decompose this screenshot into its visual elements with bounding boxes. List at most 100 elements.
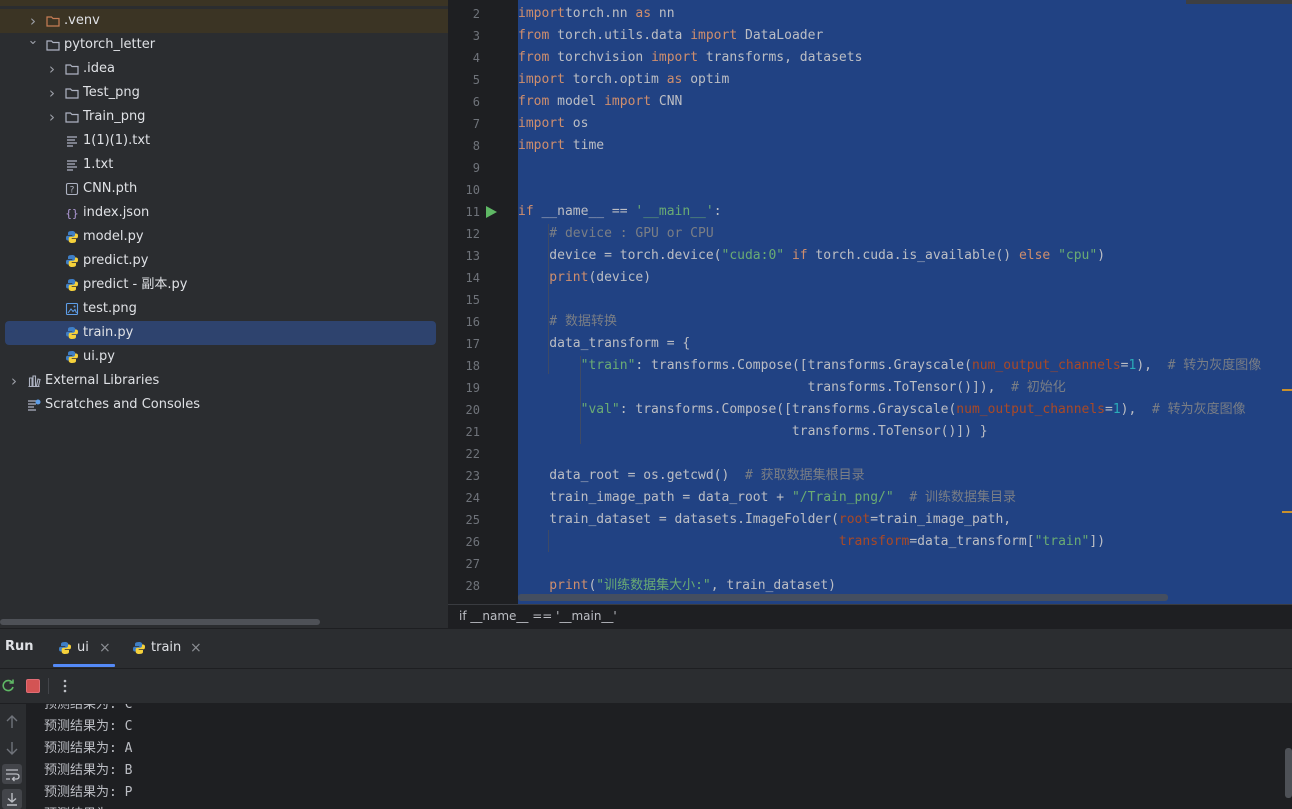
tree-item[interactable]: › .idea: [0, 57, 448, 81]
code-token: ]): [1089, 534, 1106, 549]
code-token: import: [651, 50, 699, 65]
tree-item[interactable]: ? CNN.pth: [0, 177, 448, 201]
run-tab-ui[interactable]: ui ×: [53, 629, 115, 668]
code-line[interactable]: import os: [518, 113, 1292, 135]
project-tool-window: › .venv ⌄ pytorch_letter › .idea › Test_png › Tra…: [0, 0, 448, 628]
tree-item[interactable]: Scratches and Consoles: [0, 393, 448, 417]
breadcrumb-item[interactable]: if __name__ == '__main__': [459, 609, 617, 623]
project-tree-scrollbar[interactable]: [0, 619, 320, 625]
chevron-right-icon[interactable]: ›: [46, 105, 58, 129]
line-number: 8: [472, 139, 480, 153]
chevron-right-icon[interactable]: ›: [8, 369, 20, 393]
code-line[interactable]: device = torch.device("cuda:0" if torch.…: [518, 245, 1292, 267]
soft-wrap-icon[interactable]: [2, 764, 22, 784]
code-token: torch.cuda.is_available(): [807, 248, 1019, 263]
code-token: nn: [651, 6, 675, 21]
code-token: __name__ ==: [533, 204, 636, 219]
tree-item[interactable]: ⌄ pytorch_letter: [0, 33, 448, 57]
tree-item[interactable]: predict - 副本.py: [0, 273, 448, 297]
tree-row-clipped[interactable]: [0, 0, 448, 6]
chevron-right-icon[interactable]: ›: [46, 57, 58, 81]
scroll-to-end-icon[interactable]: [2, 789, 22, 809]
tree-item[interactable]: test.png: [0, 297, 448, 321]
console-scrollbar[interactable]: [1285, 748, 1292, 798]
code-line[interactable]: print(device): [518, 267, 1292, 289]
scroll-down-icon[interactable]: [2, 738, 22, 758]
code-line[interactable]: [518, 157, 1292, 179]
code-line[interactable]: [518, 443, 1292, 465]
console-output-line: 预测结果为: B: [44, 763, 133, 778]
tree-item-label: CNN.pth: [83, 181, 138, 196]
code-line[interactable]: "val": transforms.Compose([transforms.Gr…: [518, 399, 1292, 421]
code-line[interactable]: from model import CNN: [518, 91, 1292, 113]
code-line[interactable]: from torchvision import transforms, data…: [518, 47, 1292, 69]
code-line[interactable]: [518, 179, 1292, 201]
python-file-icon: [66, 327, 78, 339]
run-main-icon[interactable]: [486, 206, 497, 218]
tree-item[interactable]: train.py: [5, 321, 436, 345]
code-token: , train_dataset): [710, 578, 836, 593]
tree-item-label: Scratches and Consoles: [45, 397, 201, 412]
code-line[interactable]: # device : GPU or CPU: [518, 223, 1292, 245]
warning-marker[interactable]: [1282, 389, 1292, 391]
code-line[interactable]: importtorch.nn as nn: [518, 3, 1292, 25]
console-side-toolbar: [0, 704, 26, 809]
tree-item[interactable]: predict.py: [0, 249, 448, 273]
code-area[interactable]: importtorch.nn as nn from torch.utils.dat…: [518, 0, 1292, 604]
chevron-right-icon[interactable]: ›: [46, 81, 58, 105]
line-number: 11: [465, 205, 480, 219]
close-tab-icon[interactable]: ×: [99, 629, 111, 667]
tree-item[interactable]: › .venv: [0, 9, 448, 33]
run-tab-train[interactable]: train ×: [132, 629, 202, 668]
breadcrumb[interactable]: if __name__ == '__main__': [448, 604, 1292, 629]
code-token: root: [838, 512, 871, 527]
code-line[interactable]: train_image_path = data_root + "/Train_p…: [518, 487, 1292, 509]
tree-item[interactable]: model.py: [0, 225, 448, 249]
code-line[interactable]: [518, 289, 1292, 311]
code-token: "/Train_png/": [791, 490, 894, 505]
tree-item[interactable]: {} index.json: [0, 201, 448, 225]
tree-item-label: index.json: [83, 205, 150, 220]
code-line[interactable]: transforms.ToTensor()]), # 初始化: [518, 377, 1292, 399]
code-line[interactable]: transforms.ToTensor()]) }: [518, 421, 1292, 443]
code-token: os: [564, 116, 589, 131]
code-line[interactable]: from torch.utils.data import DataLoader: [518, 25, 1292, 47]
code-line[interactable]: [518, 553, 1292, 575]
code-line[interactable]: # 数据转换: [518, 311, 1292, 333]
code-editor[interactable]: 2 3 4 5 6 7 8 9 10 11 12 13 14 15 16 17 18 19 20 21 22 23 24 25…: [448, 0, 1292, 604]
indent-guide: [580, 356, 581, 444]
tree-item[interactable]: ui.py: [0, 345, 448, 369]
stop-button[interactable]: [26, 679, 40, 693]
chevron-down-icon[interactable]: ⌄: [27, 29, 39, 53]
line-number: 9: [472, 161, 480, 175]
code-line[interactable]: "train": transforms.Compose([transforms.…: [518, 355, 1292, 377]
code-line[interactable]: if __name__ == '__main__':: [518, 201, 1292, 223]
code-token: # 初始化: [1011, 380, 1066, 395]
more-options-icon[interactable]: [57, 678, 73, 694]
code-line[interactable]: import time: [518, 135, 1292, 157]
tree-item[interactable]: 1(1)(1).txt: [0, 129, 448, 153]
code-line[interactable]: transform=data_transform["train"]): [518, 531, 1292, 553]
tree-item-label: test.png: [83, 301, 137, 316]
line-number: 27: [465, 557, 480, 571]
tree-item[interactable]: › Test_png: [0, 81, 448, 105]
folder-icon: [65, 112, 79, 123]
code-token: print: [518, 578, 589, 593]
close-tab-icon[interactable]: ×: [190, 629, 202, 667]
code-line[interactable]: train_dataset = datasets.ImageFolder(roo…: [518, 509, 1292, 531]
tree-item-label: .venv: [64, 13, 100, 28]
rerun-icon[interactable]: [0, 678, 16, 694]
code-line[interactable]: import torch.optim as optim: [518, 69, 1292, 91]
warning-marker[interactable]: [1282, 511, 1292, 513]
tree-item[interactable]: › External Libraries: [0, 369, 448, 393]
code-token: transforms, datasets: [698, 50, 863, 65]
editor-horizontal-scrollbar[interactable]: [518, 594, 1168, 601]
tree-item[interactable]: › Train_png: [0, 105, 448, 129]
code-token: # 获取数据集根目录: [744, 468, 865, 483]
code-line[interactable]: data_root = os.getcwd() # 获取数据集根目录: [518, 465, 1292, 487]
tree-item[interactable]: 1.txt: [0, 153, 448, 177]
scroll-up-icon[interactable]: [2, 712, 22, 732]
code-line[interactable]: data_transform = {: [518, 333, 1292, 355]
run-console-output[interactable]: 预测结果为: C 预测结果为: C 预测结果为: A 预测结果为: B 预测结果为: P…: [26, 704, 1292, 809]
